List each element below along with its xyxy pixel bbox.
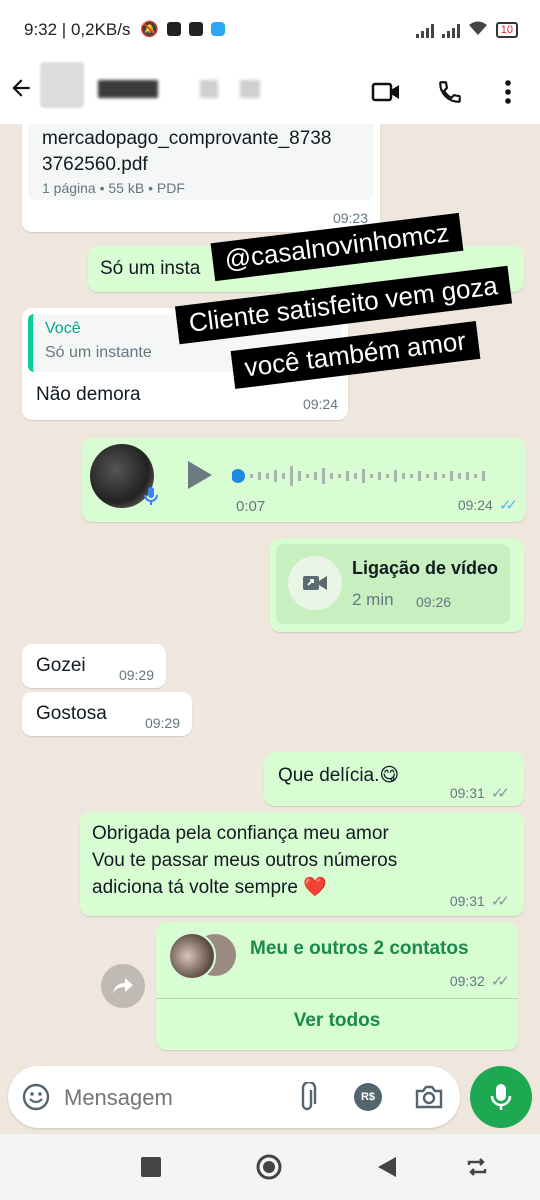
time-label: 09:29 xyxy=(144,715,180,731)
message-composer: R$ xyxy=(8,1066,460,1128)
camera-icon[interactable] xyxy=(414,1084,444,1115)
file-card[interactable]: mercadopago_comprovante_8738 3762560.pdf… xyxy=(28,124,374,200)
forward-icon[interactable] xyxy=(101,964,145,1008)
mute-icon: 🔕 xyxy=(140,21,159,38)
attach-icon[interactable] xyxy=(296,1080,318,1119)
contact-avatar[interactable] xyxy=(40,62,84,108)
contact-name-redacted-2 xyxy=(200,80,218,98)
read-ticks-icon: ✓✓ xyxy=(498,497,518,514)
call-card[interactable]: Ligação de vídeo 2 min 09:26 xyxy=(276,544,510,624)
message-text: Obrigada pela confiança meu amor Vou te … xyxy=(92,820,397,901)
time-label: 09:24 xyxy=(302,396,338,412)
message-text: Gozei xyxy=(36,655,86,676)
delivered-ticks-icon: ✓✓ xyxy=(490,785,510,802)
status-bar: 9:32 | 0,2KB/s 🔕 10 xyxy=(0,0,540,62)
call-duration: 2 min xyxy=(352,590,394,609)
time-label: 09:24 xyxy=(457,497,493,513)
battery-level: 10 xyxy=(500,23,513,36)
more-options-icon[interactable] xyxy=(490,72,526,112)
message-input[interactable] xyxy=(64,1080,274,1116)
app-icon-3 xyxy=(210,22,225,36)
chat-area[interactable]: mercadopago_comprovante_8738 3762560.pdf… xyxy=(0,124,540,1060)
signal-icon xyxy=(415,22,434,38)
contact-avatars xyxy=(168,932,238,982)
message-text: Não demora xyxy=(36,384,141,405)
mic-icon xyxy=(490,1084,512,1110)
voice-message[interactable]: 0:07 09:24 ✓✓ xyxy=(82,438,526,522)
message-time: 09:24 ✓✓ xyxy=(457,496,518,514)
quote-author: Você xyxy=(45,320,81,337)
voice-duration: 0:07 xyxy=(236,498,266,515)
contact-name-redacted[interactable] xyxy=(98,80,158,98)
incoming-message[interactable]: Gozei 09:29 xyxy=(22,644,166,688)
emoji-icon[interactable] xyxy=(22,1083,50,1116)
contact-name-redacted-3 xyxy=(240,80,260,98)
message-time: 09:29 xyxy=(119,667,154,683)
waveform[interactable] xyxy=(231,462,492,490)
file-info: 1 página • 55 kB • PDF xyxy=(42,180,185,196)
file-message[interactable]: mercadopago_comprovante_8738 3762560.pdf… xyxy=(22,124,380,232)
call-time: 09:26 xyxy=(416,594,452,610)
delivered-ticks-icon: ✓✓ xyxy=(490,973,510,990)
message-text: Que delícia.😋 xyxy=(278,765,400,786)
status-time: 9:32 | 0,2KB/s xyxy=(24,20,131,39)
signal-icon-2 xyxy=(441,22,460,38)
app-icon-2 xyxy=(188,22,203,36)
message-time: 09:29 xyxy=(145,715,180,731)
message-time: 09:31 ✓✓ xyxy=(449,892,510,910)
message-line: adiciona tá volte sempre ❤️ xyxy=(92,877,327,898)
mic-small-icon xyxy=(144,486,158,512)
rotate-icon[interactable] xyxy=(462,1152,492,1182)
quote-text: Só um instante xyxy=(45,344,152,361)
divider xyxy=(156,998,518,999)
delivered-ticks-icon: ✓✓ xyxy=(490,893,510,910)
file-name-line2: 3762560.pdf xyxy=(42,154,148,175)
message-time: 09:32 ✓✓ xyxy=(449,972,510,990)
home-circle-icon[interactable] xyxy=(254,1152,284,1182)
call-title: Ligação de vídeo xyxy=(352,558,499,578)
voice-record-button[interactable] xyxy=(470,1066,532,1128)
back-triangle-icon[interactable] xyxy=(372,1152,402,1182)
voice-call-icon[interactable] xyxy=(432,72,468,112)
message-line: Vou te passar meus outros números xyxy=(92,850,398,871)
app-icon xyxy=(166,22,181,36)
status-right: 10 xyxy=(415,20,518,39)
time-label: 09:31 xyxy=(449,893,485,909)
time-label: 09:31 xyxy=(449,785,485,801)
battery-icon: 10 xyxy=(495,21,518,38)
file-name: mercadopago_comprovante_8738 3762560.pdf xyxy=(42,126,331,178)
time-label: 09:32 xyxy=(449,973,485,989)
contacts-title: Meu e outros 2 contatos xyxy=(250,938,469,959)
system-nav-bar xyxy=(0,1134,540,1200)
play-icon[interactable] xyxy=(182,458,216,498)
video-call-message[interactable]: Ligação de vídeo 2 min 09:26 xyxy=(270,538,524,632)
wifi-icon xyxy=(468,20,488,39)
view-all-button[interactable]: Ver todos xyxy=(156,1010,518,1032)
outgoing-message[interactable]: Que delícia.😋 09:31 ✓✓ xyxy=(264,752,524,806)
time-label: 09:29 xyxy=(118,667,154,683)
outgoing-message[interactable]: Obrigada pela confiança meu amor Vou te … xyxy=(80,812,524,916)
message-line: Obrigada pela confiança meu amor xyxy=(92,823,389,844)
contacts-message[interactable]: Meu e outros 2 contatos 09:32 ✓✓ Ver tod… xyxy=(156,922,518,1050)
video-call-icon[interactable] xyxy=(368,72,404,112)
status-icons: 🔕 xyxy=(140,20,225,38)
message-text: Só um insta xyxy=(100,258,201,279)
recents-square-icon[interactable] xyxy=(136,1152,166,1182)
back-arrow-icon[interactable] xyxy=(8,72,38,112)
message-time: 09:31 ✓✓ xyxy=(449,784,510,802)
file-name-line1: mercadopago_comprovante_8738 xyxy=(42,128,332,149)
payment-icon[interactable]: R$ xyxy=(354,1083,382,1111)
incoming-message[interactable]: Gostosa 09:29 xyxy=(22,692,192,736)
message-text: Gostosa xyxy=(36,703,107,724)
contact-avatar xyxy=(168,932,216,980)
video-call-icon xyxy=(288,556,342,610)
chat-header xyxy=(0,62,540,124)
message-time: 09:24 xyxy=(303,396,338,412)
